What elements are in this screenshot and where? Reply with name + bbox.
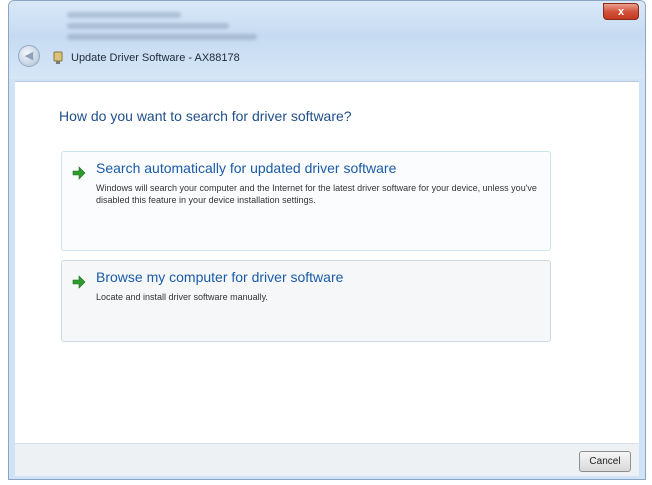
title-row: Update Driver Software - AX88178 <box>51 51 240 65</box>
close-icon: x <box>617 6 625 18</box>
back-button[interactable]: ◀ <box>18 45 40 67</box>
close-button[interactable]: x <box>603 3 639 20</box>
window-title: Update Driver Software - AX88178 <box>71 52 240 64</box>
dialog-window: x ◀ Update Driver Software - AX88178 How… <box>8 0 646 480</box>
green-arrow-icon <box>72 275 86 289</box>
background-blur <box>67 7 257 47</box>
title-bar: x ◀ Update Driver Software - AX88178 <box>9 1 645 79</box>
back-arrow-icon: ◀ <box>24 50 34 62</box>
page-heading: How do you want to search for driver sof… <box>59 108 352 124</box>
option-description: Locate and install driver software manua… <box>96 292 268 302</box>
footer-bar: Cancel <box>15 443 639 476</box>
device-icon <box>53 51 63 64</box>
content-area: How do you want to search for driver sof… <box>15 81 639 444</box>
green-arrow-icon <box>72 166 86 180</box>
option-title: Browse my computer for driver software <box>96 269 344 285</box>
search-automatically-option[interactable]: Search automatically for updated driver … <box>61 151 551 251</box>
cancel-button[interactable]: Cancel <box>579 451 631 472</box>
option-description: Windows will search your computer and th… <box>96 183 537 205</box>
browse-computer-option[interactable]: Browse my computer for driver software L… <box>61 260 551 342</box>
option-title: Search automatically for updated driver … <box>96 160 397 176</box>
